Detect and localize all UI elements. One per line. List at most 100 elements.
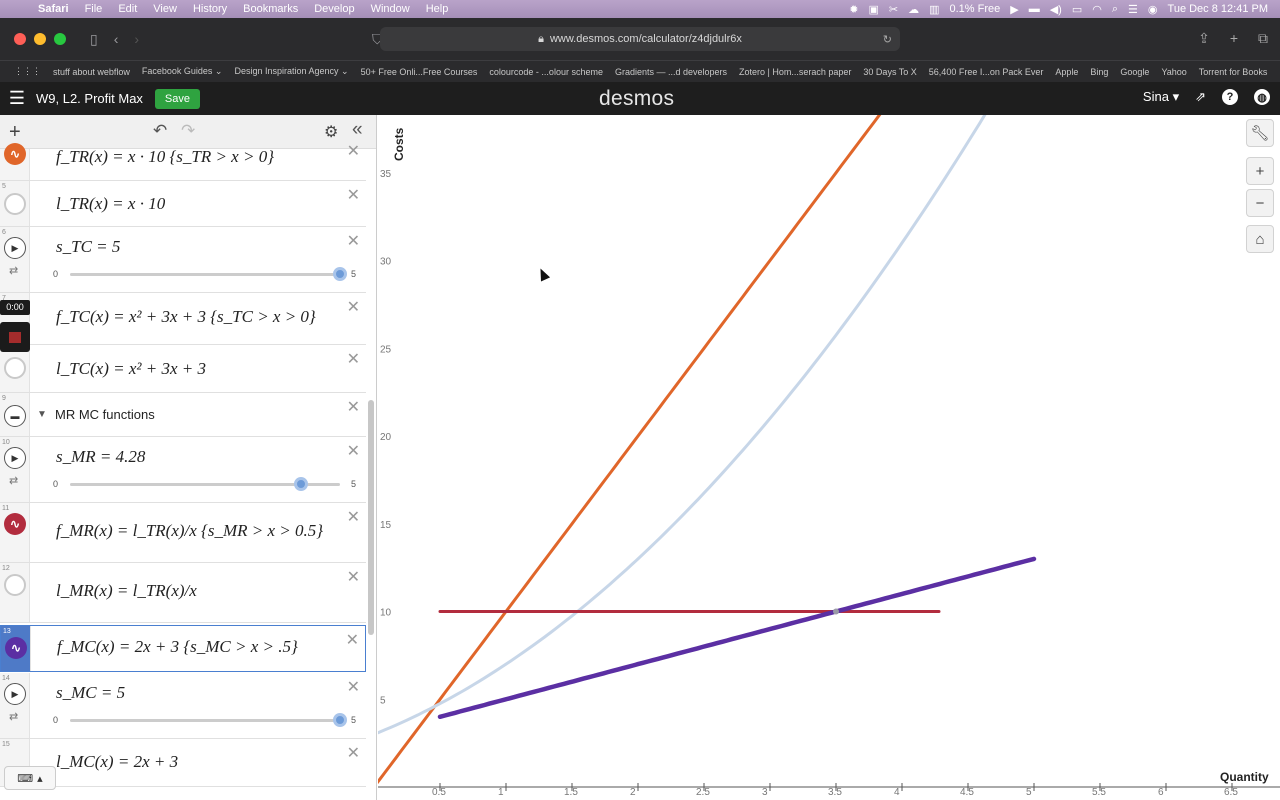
delete-folder-icon[interactable]: ✕ [347, 397, 360, 417]
intersection-point[interactable] [833, 608, 839, 615]
menu-bookmarks[interactable]: Bookmarks [235, 3, 306, 15]
expression-row[interactable]: 10 ▶ ⇄ s_MR = 4.28 ✕ 0 5 [0, 437, 366, 503]
delete-expression-icon[interactable]: ✕ [347, 567, 360, 587]
battery-icon[interactable]: ▭ [1072, 3, 1082, 16]
bookmark-item[interactable]: Gradients — ...d developers [609, 67, 733, 77]
expression-math[interactable]: f_MC(x) = 2x + 3 {s_MC > x > .5} [57, 637, 298, 657]
expression-math[interactable]: f_TC(x) = x² + 3x + 3 {s_TC > x > 0} [56, 307, 316, 327]
camera-status-icon[interactable]: ▣ [868, 3, 878, 16]
save-button[interactable]: Save [154, 88, 200, 109]
expression-row[interactable]: l_TC(x) = x² + 3x + 3 ✕ [0, 345, 366, 393]
menu-app-name[interactable]: Safari [30, 3, 77, 15]
folder-collapse-icon[interactable]: ▼ [37, 409, 47, 420]
undo-icon[interactable]: ↶ [153, 121, 167, 141]
siri-icon[interactable]: ◉ [1148, 3, 1158, 16]
graph-visibility-icon[interactable]: ∿ [4, 143, 26, 165]
bookmark-item[interactable]: 30 Days To X [857, 67, 922, 77]
user-menu[interactable]: Sina ▾ [1143, 89, 1179, 105]
slider-min[interactable]: 0 [53, 269, 58, 279]
bookmark-item[interactable]: Design Inspiration Agency ⌄ [228, 66, 354, 77]
hidden-graph-icon[interactable] [4, 574, 26, 596]
folder-row[interactable]: 9 ▬ ▼ MR MC functions ✕ [0, 393, 366, 437]
memory-chip-icon[interactable]: ▥ [929, 3, 939, 16]
expression-row-selected[interactable]: 13 ∿ f_MC(x) = 2x + 3 {s_MC > x > .5} ✕ [0, 625, 366, 672]
bookmark-item[interactable]: Torrent for Books [1193, 67, 1274, 77]
hidden-graph-icon[interactable] [4, 193, 26, 215]
delete-expression-icon[interactable]: ✕ [347, 231, 360, 251]
expression-math[interactable]: l_TR(x) = x · 10 [56, 194, 165, 214]
graph-settings-wrench-icon[interactable]: 🔧︎ [1246, 119, 1274, 147]
bookmark-item[interactable]: stuff about webflow [47, 67, 136, 77]
delete-expression-icon[interactable]: ✕ [347, 441, 360, 461]
clock-datetime[interactable]: Tue Dec 8 12:41 PM [1168, 3, 1268, 15]
sidebar-toggle-icon[interactable]: ▯ [90, 31, 98, 48]
loop-icon[interactable]: ⇄ [9, 710, 18, 723]
menu-view[interactable]: View [145, 3, 185, 15]
bookmark-item[interactable]: 56,400 Free I...on Pack Ever [923, 67, 1050, 77]
help-icon[interactable]: ? [1222, 89, 1238, 105]
settings-gear-icon[interactable]: ⚙ [324, 122, 338, 142]
delete-expression-icon[interactable]: ✕ [347, 677, 360, 697]
tab-overview-icon[interactable]: ⧉ [1258, 30, 1268, 47]
spotlight-search-icon[interactable]: ⌕ [1112, 3, 1118, 16]
flag-icon[interactable]: ▬ [1029, 3, 1040, 15]
menu-file[interactable]: File [77, 3, 111, 15]
bookmark-item[interactable]: Zotero | Hom...serach paper [733, 67, 857, 77]
favorites-grid-icon[interactable]: ⋮⋮⋮ [8, 66, 47, 77]
language-globe-icon[interactable]: ◍ [1254, 89, 1270, 105]
expression-row[interactable]: 14 ▶ ⇄ s_MC = 5 ✕ 0 5 [0, 673, 366, 739]
expression-math[interactable]: s_MR = 4.28 [56, 447, 145, 467]
expression-math[interactable]: l_MC(x) = 2x + 3 [56, 752, 178, 772]
address-bar[interactable]: 🔒︎ www.desmos.com/calculator/z4djdulr6x … [380, 27, 900, 51]
collapse-panel-icon[interactable]: « [352, 119, 363, 141]
expression-row[interactable]: 7 f_TC(x) = x² + 3x + 3 {s_TC > x > 0} ✕ [0, 293, 366, 345]
forward-icon[interactable]: › [134, 31, 139, 47]
bookmark-item[interactable]: 50+ Free Onli...Free Courses [355, 67, 484, 77]
delete-expression-icon[interactable]: ✕ [346, 630, 359, 650]
zoom-in-icon[interactable]: + [1246, 157, 1274, 185]
share-graph-icon[interactable]: ⇗ [1195, 89, 1206, 105]
expression-math[interactable]: l_MR(x) = l_TR(x)/x [56, 581, 197, 601]
expression-math[interactable]: s_TC = 5 [56, 237, 120, 257]
new-tab-icon[interactable]: + [1230, 30, 1238, 47]
back-icon[interactable]: ‹ [114, 31, 119, 47]
graph-canvas[interactable]: 5 10 15 20 25 30 35 0.5 1 1.5 2 2.5 3 3.5 4 4.5 5 5.5 6 6.… [378, 115, 1280, 800]
slider-thumb[interactable] [333, 713, 347, 727]
curve-l_TC[interactable] [378, 115, 1034, 735]
hidden-graph-icon[interactable] [4, 357, 26, 379]
share-icon[interactable]: ⇪ [1198, 30, 1210, 47]
zoom-window-icon[interactable] [54, 33, 66, 45]
graph-visibility-icon[interactable]: ∿ [5, 637, 27, 659]
stop-recording-button[interactable] [0, 322, 30, 352]
expression-scrollbar[interactable] [368, 400, 374, 635]
expression-math[interactable]: l_TC(x) = x² + 3x + 3 [56, 359, 206, 379]
bookmark-item[interactable]: Facebook Guides ⌄ [136, 66, 229, 77]
control-center-icon[interactable]: ☰ [1128, 3, 1138, 16]
expression-row[interactable]: 5 l_TR(x) = x · 10 ✕ [0, 181, 366, 227]
tools-status-icon[interactable]: ✂ [889, 3, 898, 16]
slider-min[interactable]: 0 [53, 479, 58, 489]
delete-expression-icon[interactable]: ✕ [347, 185, 360, 205]
slider-min[interactable]: 0 [53, 715, 58, 725]
bookmark-item[interactable]: Apple [1049, 67, 1084, 77]
expression-row[interactable]: 11 ∿ f_MR(x) = l_TR(x)/x {s_MR > x > 0.5… [0, 503, 366, 563]
url-text[interactable]: www.desmos.com/calculator/z4djdulr6x [550, 33, 742, 45]
slider-track[interactable] [70, 719, 340, 722]
curve-l_TR[interactable] [378, 115, 1034, 787]
delete-expression-icon[interactable]: ✕ [347, 743, 360, 763]
expression-math[interactable]: f_MR(x) = l_TR(x)/x {s_MR > x > 0.5} [56, 521, 323, 541]
delete-expression-icon[interactable]: ✕ [347, 349, 360, 369]
hamburger-menu-icon[interactable]: ☰ [0, 88, 34, 109]
expression-math[interactable]: s_MC = 5 [56, 683, 125, 703]
loop-icon[interactable]: ⇄ [9, 264, 18, 277]
expression-row[interactable]: 12 l_MR(x) = l_TR(x)/x ✕ [0, 563, 366, 623]
delete-expression-icon[interactable]: ✕ [347, 507, 360, 527]
bookmark-item[interactable]: colourcode - ...olour scheme [483, 67, 609, 77]
menu-window[interactable]: Window [363, 3, 418, 15]
slider-max[interactable]: 5 [351, 269, 356, 279]
play-slider-icon[interactable]: ▶ [4, 447, 26, 469]
bookmark-item[interactable]: Bing [1084, 67, 1114, 77]
graph-visibility-icon[interactable]: ∿ [4, 513, 26, 535]
bookmark-item[interactable]: Yahoo [1155, 67, 1192, 77]
play-status-icon[interactable]: ▶ [1010, 3, 1018, 16]
